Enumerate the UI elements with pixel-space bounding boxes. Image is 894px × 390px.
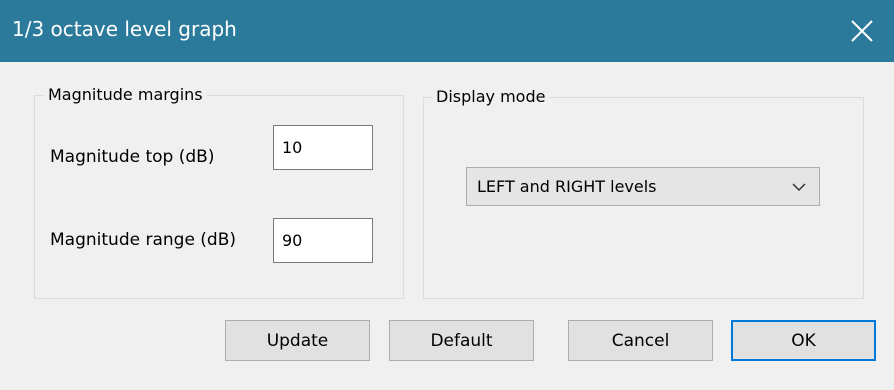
display-mode-legend: Display mode xyxy=(432,87,550,106)
magnitude-range-input[interactable] xyxy=(273,218,373,263)
close-button[interactable] xyxy=(832,0,894,62)
update-button[interactable]: Update xyxy=(225,320,370,361)
magnitude-top-label: Magnitude top (dB) xyxy=(50,147,215,167)
magnitude-range-label: Magnitude range (dB) xyxy=(50,230,237,250)
chevron-down-icon xyxy=(792,183,806,192)
ok-button[interactable]: OK xyxy=(731,320,876,361)
window-title: 1/3 octave level graph xyxy=(12,17,237,41)
magnitude-top-input[interactable] xyxy=(273,125,373,170)
display-mode-selected-value: LEFT and RIGHT levels xyxy=(477,177,657,196)
close-icon xyxy=(851,20,873,42)
cancel-button[interactable]: Cancel xyxy=(568,320,713,361)
default-button[interactable]: Default xyxy=(389,320,534,361)
display-mode-select[interactable]: LEFT and RIGHT levels xyxy=(466,167,820,206)
magnitude-margins-legend: Magnitude margins xyxy=(44,85,207,104)
title-bar[interactable]: 1/3 octave level graph xyxy=(0,0,894,62)
